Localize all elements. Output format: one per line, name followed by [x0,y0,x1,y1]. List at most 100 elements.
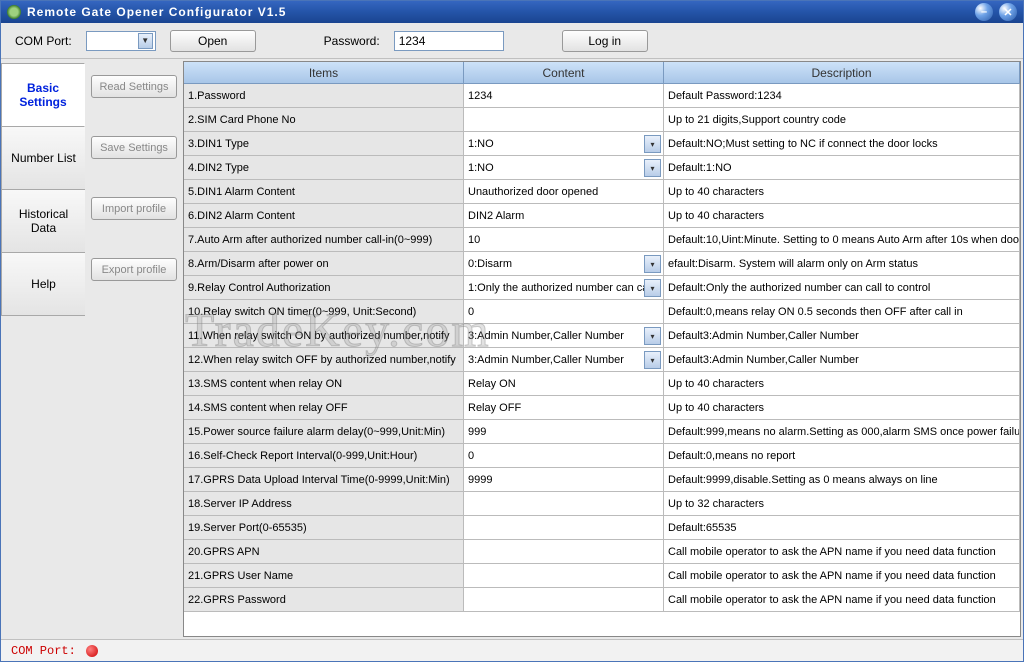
table-row: 9.Relay Control Authorization1:Only the … [184,276,1020,300]
cell-content-input[interactable]: 1234 [464,84,664,107]
chevron-down-icon: ▼ [138,33,153,49]
window-title: Remote Gate Opener Configurator V1.5 [27,5,969,19]
table-row: 17.GPRS Data Upload Interval Time(0-9999… [184,468,1020,492]
read-settings-button[interactable]: Read Settings [91,75,177,98]
titlebar: Remote Gate Opener Configurator V1.5 – ✕ [1,1,1023,23]
cell-content-dropdown[interactable]: 3:Admin Number,Caller Number [464,348,664,371]
cell-description: Default:NO;Must setting to NC if connect… [664,132,1020,155]
tab-basic-settings[interactable]: Basic Settings [1,63,85,127]
cell-content-input[interactable]: 0 [464,444,664,467]
cell-item: 9.Relay Control Authorization [184,276,464,299]
cell-description: Default:0,means relay ON 0.5 seconds the… [664,300,1020,323]
status-led-icon [86,645,98,657]
cell-content-dropdown[interactable]: 1:NO [464,132,664,155]
login-button[interactable]: Log in [562,30,648,52]
close-button[interactable]: ✕ [999,3,1017,21]
cell-description: Up to 40 characters [664,204,1020,227]
cell-description: Up to 40 characters [664,372,1020,395]
cell-description: Up to 21 digits,Support country code [664,108,1020,131]
cell-content-dropdown[interactable]: 0:Disarm [464,252,664,275]
cell-item: 21.GPRS User Name [184,564,464,587]
cell-item: 11.When relay switch ON by authorized nu… [184,324,464,347]
cell-content-dropdown[interactable]: 3:Admin Number,Caller Number [464,324,664,347]
cell-content-input[interactable] [464,540,664,563]
settings-grid: Items Content Description 1.Password1234… [183,61,1021,637]
com-port-label: COM Port: [15,34,72,48]
table-row: 20.GPRS APNCall mobile operator to ask t… [184,540,1020,564]
save-settings-button[interactable]: Save Settings [91,136,177,159]
app-window: Remote Gate Opener Configurator V1.5 – ✕… [0,0,1024,662]
cell-content-input[interactable] [464,564,664,587]
cell-content-input[interactable]: 10 [464,228,664,251]
grid-body: 1.Password1234Default Password:12342.SIM… [184,84,1020,612]
table-row: 15.Power source failure alarm delay(0~99… [184,420,1020,444]
cell-content-dropdown[interactable]: 1:NO [464,156,664,179]
cell-description: Up to 32 characters [664,492,1020,515]
cell-content-input[interactable]: 0 [464,300,664,323]
cell-description: Default Password:1234 [664,84,1020,107]
top-toolbar: COM Port: ▼ Open Password: Log in [1,23,1023,59]
table-row: 18.Server IP AddressUp to 32 characters [184,492,1020,516]
com-port-combo[interactable]: ▼ [86,31,156,51]
table-row: 8.Arm/Disarm after power on0:Disarmefaul… [184,252,1020,276]
table-row: 11.When relay switch ON by authorized nu… [184,324,1020,348]
cell-description: Default:0,means no report [664,444,1020,467]
cell-item: 17.GPRS Data Upload Interval Time(0-9999… [184,468,464,491]
table-row: 4.DIN2 Type1:NODefault:1:NO [184,156,1020,180]
col-items: Items [184,62,464,83]
tab-help[interactable]: Help [1,252,85,316]
tab-strip: Basic Settings Number List Historical Da… [1,59,85,639]
table-row: 12.When relay switch OFF by authorized n… [184,348,1020,372]
tab-number-list[interactable]: Number List [1,126,85,190]
cell-description: Default:999,means no alarm.Setting as 00… [664,420,1020,443]
password-label: Password: [324,34,380,48]
export-profile-button[interactable]: Export profile [91,258,177,281]
table-row: 19.Server Port(0-65535) Default:65535 [184,516,1020,540]
cell-item: 1.Password [184,84,464,107]
table-row: 5.DIN1 Alarm ContentUnauthorized door op… [184,180,1020,204]
cell-item: 3.DIN1 Type [184,132,464,155]
cell-content-input[interactable]: Unauthorized door opened [464,180,664,203]
status-com-label: COM Port: [11,644,76,658]
minimize-button[interactable]: – [975,3,993,21]
cell-content-input[interactable]: DIN2 Alarm [464,204,664,227]
cell-description: Call mobile operator to ask the APN name… [664,564,1020,587]
import-profile-button[interactable]: Import profile [91,197,177,220]
cell-content-input[interactable]: 999 [464,420,664,443]
cell-item: 19.Server Port(0-65535) [184,516,464,539]
cell-content-input[interactable] [464,516,664,539]
cell-content-input[interactable] [464,588,664,611]
cell-description: Call mobile operator to ask the APN name… [664,588,1020,611]
cell-description: Up to 40 characters [664,180,1020,203]
cell-description: Default:10,Uint:Minute. Setting to 0 mea… [664,228,1020,251]
cell-item: 20.GPRS APN [184,540,464,563]
cell-description: efault:Disarm. System will alarm only on… [664,252,1020,275]
cell-content-input[interactable]: Relay ON [464,372,664,395]
cell-item: 14.SMS content when relay OFF [184,396,464,419]
open-button[interactable]: Open [170,30,256,52]
cell-description: Default3:Admin Number,Caller Number [664,348,1020,371]
cell-content-input[interactable] [464,108,664,131]
table-row: 13.SMS content when relay ONRelay ONUp t… [184,372,1020,396]
cell-item: 10.Relay switch ON timer(0~999, Unit:Sec… [184,300,464,323]
table-row: 1.Password1234Default Password:1234 [184,84,1020,108]
table-row: 22.GPRS Password Call mobile operator to … [184,588,1020,612]
grid-header: Items Content Description [184,62,1020,84]
cell-item: 4.DIN2 Type [184,156,464,179]
cell-item: 22.GPRS Password [184,588,464,611]
cell-item: 13.SMS content when relay ON [184,372,464,395]
table-row: 10.Relay switch ON timer(0~999, Unit:Sec… [184,300,1020,324]
cell-item: 8.Arm/Disarm after power on [184,252,464,275]
cell-description: Default:65535 [664,516,1020,539]
cell-content-input[interactable]: 9999 [464,468,664,491]
cell-content-input[interactable]: Relay OFF [464,396,664,419]
cell-item: 2.SIM Card Phone No [184,108,464,131]
cell-item: 16.Self-Check Report Interval(0-999,Unit… [184,444,464,467]
tab-historical-data[interactable]: Historical Data [1,189,85,253]
app-icon [7,5,21,19]
cell-content-dropdown[interactable]: 1:Only the authorized number can cal [464,276,664,299]
table-row: 16.Self-Check Report Interval(0-999,Unit… [184,444,1020,468]
cell-content-input[interactable] [464,492,664,515]
cell-item: 6.DIN2 Alarm Content [184,204,464,227]
password-input[interactable] [394,31,504,51]
